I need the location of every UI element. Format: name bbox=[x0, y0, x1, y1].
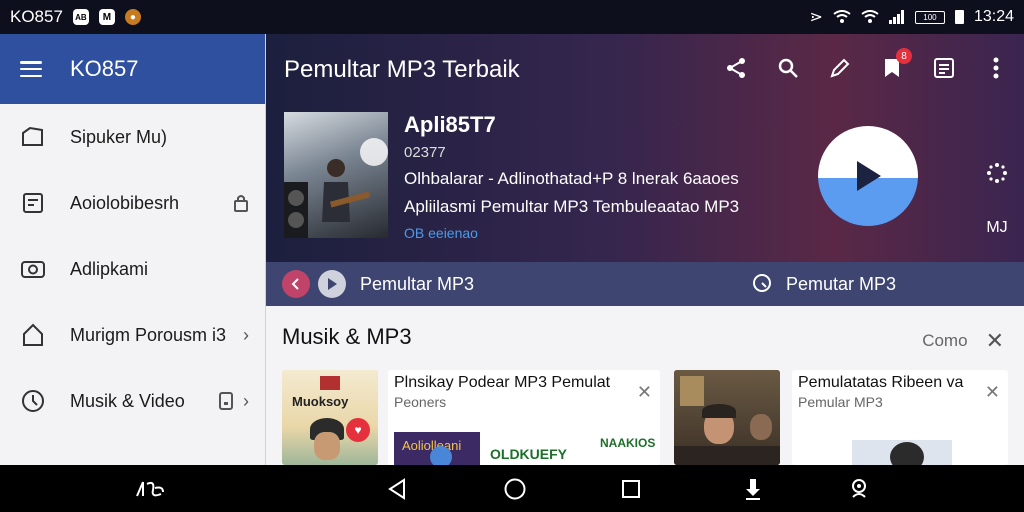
heart-badge-icon: ♥ bbox=[346, 418, 370, 442]
card-thumbnail bbox=[852, 440, 952, 465]
carrier-label: KO857 bbox=[10, 7, 63, 26]
track-description: Olhbalarar - Adlinothatad+P 8 lnerak 6aa… bbox=[404, 169, 739, 188]
wifi-alt-icon bbox=[861, 10, 879, 23]
wifi-icon bbox=[833, 10, 851, 23]
toolbar: 8 bbox=[722, 48, 1010, 82]
section-actions: Como ✕ bbox=[922, 328, 1004, 354]
chevron-left-icon bbox=[291, 278, 299, 290]
clock-time: 13:24 bbox=[973, 8, 1014, 25]
card-title: Pemulatatas Ribeen va bbox=[798, 374, 964, 391]
drawer-item-label: Adlipkami bbox=[70, 258, 149, 279]
screen: KO857 AB M ● ⋗ 100 13:24 KO857 Sipuker M… bbox=[0, 0, 1024, 512]
home-button-icon[interactable] bbox=[502, 477, 528, 501]
previous-button[interactable] bbox=[282, 270, 310, 298]
section-more-link[interactable]: Como bbox=[922, 331, 967, 351]
lock-icon bbox=[233, 194, 249, 212]
media-card[interactable]: Pemulatatas Ribeen va Pemular MP3 ✕ bbox=[792, 370, 1008, 465]
card-banner-text-2: OLDKUEFY bbox=[490, 446, 567, 462]
download-icon[interactable] bbox=[740, 477, 766, 501]
more-vert-icon[interactable] bbox=[982, 54, 1010, 82]
card-subtitle: Peoners bbox=[394, 394, 447, 410]
page-title: Pemultar MP3 Terbaik bbox=[284, 56, 520, 83]
recents-icon[interactable] bbox=[618, 477, 644, 501]
camera-icon bbox=[20, 256, 46, 282]
battery-level-icon bbox=[954, 10, 964, 24]
accessibility-icon[interactable] bbox=[846, 477, 872, 501]
card-subtitle: Pemular MP3 bbox=[798, 394, 883, 410]
status-bar: KO857 AB M ● ⋗ 100 13:24 bbox=[0, 0, 1024, 34]
menu-icon[interactable] bbox=[20, 61, 42, 77]
signal-icon bbox=[888, 10, 904, 24]
close-icon[interactable]: ✕ bbox=[986, 328, 1004, 354]
playlist-icon[interactable] bbox=[930, 54, 958, 82]
search-circle-icon bbox=[752, 274, 771, 292]
system-nav-bar bbox=[0, 465, 1024, 512]
card-thumbnail bbox=[674, 370, 780, 465]
close-icon[interactable]: ✕ bbox=[637, 382, 652, 403]
drawer-item-2[interactable]: Adlipkami bbox=[0, 236, 265, 302]
mini-player-label: Pemultar MP3 bbox=[360, 273, 475, 294]
clock-icon bbox=[20, 388, 46, 414]
side-controls: MJ bbox=[986, 162, 1008, 237]
track-info: Apli85T7 02377 Olhbalarar - Adlinothatad… bbox=[404, 112, 739, 241]
chevron-right-icon: › bbox=[243, 324, 249, 345]
drawer-item-label: Aoiolobibesrh bbox=[70, 192, 180, 213]
drawer-title: KO857 bbox=[70, 56, 139, 81]
drawer-item-3[interactable]: Murigm Porousm i3 › bbox=[0, 302, 265, 368]
chevron-right-icon: › bbox=[243, 390, 249, 411]
notification-badge: 8 bbox=[896, 48, 912, 64]
media-card[interactable]: Muoksoy ♥ bbox=[282, 370, 378, 465]
card-banner: Aoliolleani OLDKUEFY NAAKIOS bbox=[394, 432, 658, 465]
media-card[interactable] bbox=[674, 370, 780, 465]
drawer-item-label: Murigm Porousm i3 bbox=[70, 324, 227, 345]
folder-icon bbox=[20, 124, 46, 150]
now-playing-header: Pemultar MP3 Terbaik 8 Apli85T7 02377 Ol… bbox=[266, 34, 1024, 262]
loading-icon[interactable] bbox=[986, 162, 1008, 189]
bookmark-icon[interactable]: 8 bbox=[878, 48, 912, 82]
mini-play-button[interactable] bbox=[318, 270, 346, 298]
card-banner-text-3: NAAKIOS bbox=[600, 436, 656, 450]
card-thumbnail: Muoksoy ♥ bbox=[282, 370, 378, 465]
play-button[interactable] bbox=[818, 126, 918, 226]
track-link[interactable]: OB eeienao bbox=[404, 225, 739, 241]
track-number: 02377 bbox=[404, 144, 446, 161]
search-icon[interactable] bbox=[774, 54, 802, 82]
game-notification-icon: ● bbox=[124, 9, 141, 25]
section-title: Musik & MP3 bbox=[282, 324, 412, 349]
edit-icon[interactable] bbox=[826, 54, 854, 82]
media-card[interactable]: Plnsikay Podear MP3 Pemulat Peoners ✕ Ao… bbox=[388, 370, 660, 465]
back-icon[interactable] bbox=[384, 477, 410, 501]
card-cover-text: Muoksoy bbox=[292, 394, 349, 409]
play-icon bbox=[328, 278, 337, 290]
main-content: Pemultar MP3 Terbaik 8 Apli85T7 02377 Ol… bbox=[266, 34, 1024, 465]
drawer-item-0[interactable]: Sipuker Mu) bbox=[0, 104, 265, 170]
mini-player-right-label: Pemutar MP3 bbox=[785, 273, 896, 294]
close-icon[interactable]: ✕ bbox=[985, 382, 1000, 403]
card-title: Plnsikay Podear MP3 Pemulat bbox=[394, 374, 611, 391]
drawer-item-label: Musik & Video bbox=[70, 390, 185, 411]
mini-player-search[interactable]: Pemutar MP3 bbox=[752, 273, 896, 295]
share-icon[interactable] bbox=[722, 54, 750, 82]
track-title: Apli85T7 bbox=[404, 112, 496, 137]
drawer-item-1[interactable]: Aoiolobibesrh bbox=[0, 170, 265, 236]
phone-icon bbox=[219, 392, 233, 410]
drawer-item-4[interactable]: Musik & Video › bbox=[0, 368, 265, 434]
assistant-icon[interactable] bbox=[132, 477, 168, 501]
side-label[interactable]: MJ bbox=[986, 219, 1007, 237]
app-notification-icon: AB bbox=[72, 9, 89, 25]
navigation-drawer: KO857 Sipuker Mu) Aoiolobibesrh Adlipkam… bbox=[0, 34, 266, 465]
battery-icon: 100 bbox=[914, 10, 945, 24]
bluetooth-icon: ⋗ bbox=[809, 9, 823, 26]
album-cover[interactable] bbox=[284, 112, 388, 238]
mini-player-bar: Pemultar MP3 Pemutar MP3 bbox=[266, 262, 1024, 306]
track-subtitle: Apliilasmi Pemultar MP3 Tembuleaatao MP3 bbox=[404, 197, 740, 216]
mail-notification-icon: M bbox=[98, 9, 115, 25]
home-icon bbox=[20, 322, 46, 348]
drawer-header: KO857 bbox=[0, 34, 265, 104]
document-icon bbox=[20, 190, 46, 216]
play-icon bbox=[857, 161, 881, 191]
drawer-item-label: Sipuker Mu) bbox=[70, 126, 168, 147]
